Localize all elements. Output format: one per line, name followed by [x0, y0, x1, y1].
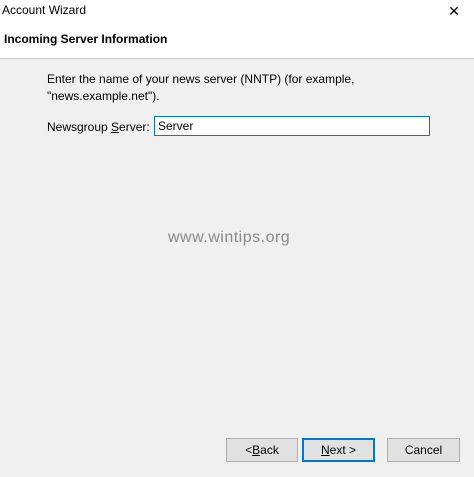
window-title: Account Wizard: [2, 3, 87, 17]
back-button[interactable]: < Back: [226, 438, 298, 462]
watermark: www.wintips.org: [168, 229, 291, 246]
title-bar: Account Wizard ✕: [0, 0, 474, 22]
page-title: Incoming Server Information: [4, 32, 168, 46]
next-button[interactable]: Next >: [302, 438, 375, 462]
newsgroup-server-input[interactable]: [154, 116, 430, 136]
cancel-button[interactable]: Cancel: [387, 438, 460, 462]
instruction-text: Enter the name of your news server (NNTP…: [47, 72, 355, 103]
close-icon[interactable]: ✕: [434, 0, 474, 22]
newsgroup-server-label: Newsgroup Server:: [47, 120, 150, 134]
wizard-header: Incoming Server Information: [0, 22, 474, 59]
wizard-content: Enter the name of your news server (NNTP…: [0, 59, 474, 419]
